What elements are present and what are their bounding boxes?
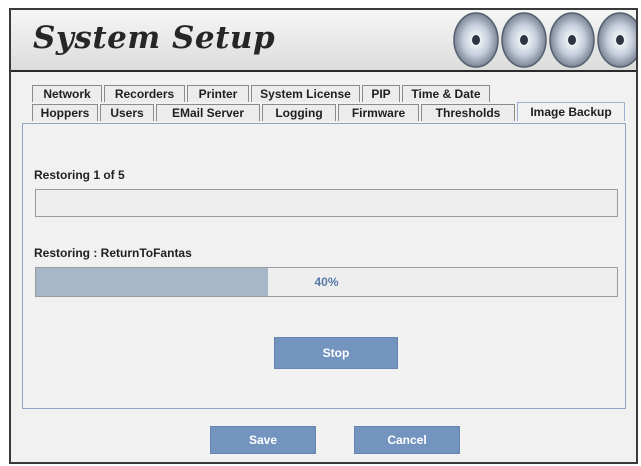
tab-system-license[interactable]: System License — [251, 85, 360, 102]
tab-time-date[interactable]: Time & Date — [402, 85, 490, 102]
item-progress-percent: 40% — [314, 275, 339, 289]
save-button[interactable]: Save — [210, 426, 316, 454]
item-progress-label: Restoring : ReturnToFantas — [34, 246, 192, 260]
window-title: System Setup — [33, 20, 276, 56]
tab-hoppers[interactable]: Hoppers — [32, 104, 98, 121]
tab-recorders[interactable]: Recorders — [104, 85, 185, 102]
tab-firmware[interactable]: Firmware — [338, 104, 419, 121]
header-banner: System Setup — [11, 10, 636, 72]
disc-icon — [597, 12, 636, 68]
stop-button[interactable]: Stop — [274, 337, 398, 369]
tab-printer[interactable]: Printer — [187, 85, 249, 102]
item-progress-bar: 40% — [35, 267, 618, 297]
tab-thresholds[interactable]: Thresholds — [421, 104, 515, 121]
tab-network[interactable]: Network — [32, 85, 102, 102]
overall-progress-bar — [35, 189, 618, 217]
tab-image-backup[interactable]: Image Backup — [517, 102, 625, 121]
system-setup-window: System Setup Network Recorders Printer S… — [9, 8, 638, 464]
tab-logging[interactable]: Logging — [262, 104, 336, 121]
disc-icon — [453, 12, 499, 68]
disc-icon — [549, 12, 595, 68]
disc-icon — [501, 12, 547, 68]
tab-pip[interactable]: PIP — [362, 85, 400, 102]
tab-users[interactable]: Users — [100, 104, 154, 121]
cancel-button[interactable]: Cancel — [354, 426, 460, 454]
image-backup-panel: Restoring 1 of 5 Restoring : ReturnToFan… — [22, 123, 626, 409]
tab-email-server[interactable]: EMail Server — [156, 104, 260, 121]
disc-graphic — [453, 12, 636, 68]
overall-progress-label: Restoring 1 of 5 — [34, 168, 125, 182]
